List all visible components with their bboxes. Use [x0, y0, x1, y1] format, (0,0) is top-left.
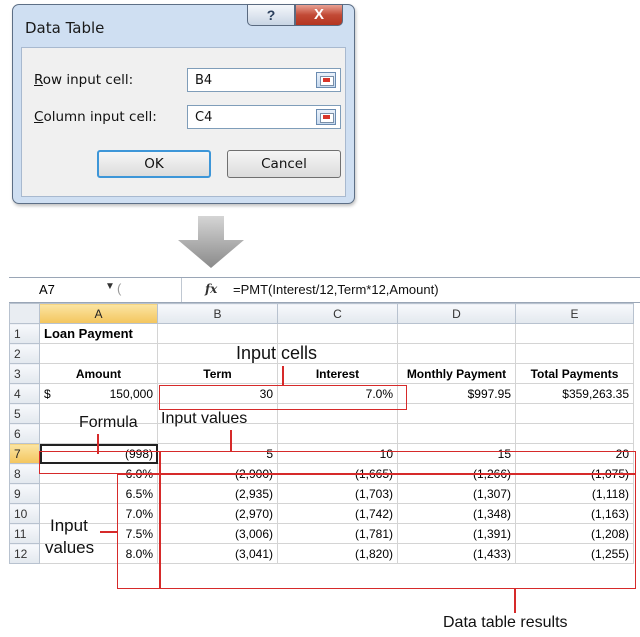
cell[interactable] — [397, 323, 516, 344]
column-header[interactable]: A — [39, 303, 158, 324]
column-header[interactable]: D — [397, 303, 516, 324]
row-header[interactable]: 4 — [9, 383, 40, 404]
cell[interactable]: Interest — [277, 363, 398, 384]
annotation-input-cells: Input cells — [236, 343, 318, 363]
dialog-body: Row input cell: B4 Column input cell: C4… — [21, 47, 346, 197]
row-input-field[interactable]: B4 — [187, 68, 341, 92]
table-row: 1 Loan Payment — [9, 323, 634, 344]
annotation-input-values-left-1: Input — [50, 516, 88, 535]
column-input-label: Column input cell: — [34, 109, 157, 125]
collapse-dialog-icon[interactable] — [316, 72, 336, 88]
ok-button[interactable]: OK — [97, 150, 211, 178]
annotation-connector — [100, 531, 118, 533]
cell[interactable]: $359,263.35 — [515, 383, 634, 404]
dialog-title: Data Table — [25, 19, 105, 37]
cell[interactable] — [277, 323, 398, 344]
collapse-dialog-icon[interactable] — [316, 109, 336, 125]
insert-function-icon[interactable]: fx — [205, 282, 217, 296]
cell[interactable]: Total Payments — [515, 363, 634, 384]
formula-bar: A7 ▼ ( fx =PMT(Interest/12,Term*12,Amoun… — [9, 277, 640, 303]
cell[interactable] — [39, 343, 158, 364]
cell[interactable] — [397, 343, 516, 364]
row-input-label: Row input cell: — [34, 72, 134, 88]
column-header[interactable]: B — [157, 303, 278, 324]
input-cells-highlight — [159, 385, 407, 410]
cell[interactable] — [397, 423, 516, 444]
cell[interactable]: Term — [157, 363, 278, 384]
formula-highlight — [39, 451, 160, 474]
cell[interactable]: Monthly Payment — [397, 363, 516, 384]
annotation-connector — [514, 589, 516, 613]
annotation-input-values-left-2: values — [45, 538, 95, 557]
close-icon: X — [313, 6, 324, 23]
cancel-button[interactable]: Cancel — [227, 150, 341, 178]
row-header[interactable]: 7 — [9, 443, 40, 464]
formula-input[interactable]: =PMT(Interest/12,Term*12,Amount) — [233, 282, 439, 297]
close-button[interactable]: X — [295, 4, 343, 26]
row-header[interactable]: 8 — [9, 463, 40, 484]
annotation-input-values-top: Input values — [161, 410, 248, 427]
cell[interactable] — [277, 423, 398, 444]
row-header[interactable]: 10 — [9, 503, 40, 524]
help-button[interactable]: ? — [247, 4, 295, 26]
row-header[interactable]: 11 — [9, 523, 40, 544]
row-header[interactable]: 1 — [9, 323, 40, 344]
data-table-dialog: Data Table ? X Row input cell: B4 Column… — [12, 4, 355, 204]
select-all-corner[interactable] — [9, 303, 40, 324]
column-header-row: A B C D E — [9, 303, 634, 324]
column-header[interactable]: C — [277, 303, 398, 324]
cell[interactable]: $997.95 — [397, 383, 516, 404]
annotation-data-table-results: Data table results — [443, 614, 568, 631]
cell[interactable]: Amount — [39, 363, 158, 384]
cell[interactable]: $150,000 — [39, 383, 158, 404]
row-header[interactable]: 5 — [9, 403, 40, 424]
cell[interactable] — [515, 323, 634, 344]
help-icon: ? — [266, 7, 276, 23]
cell[interactable]: Loan Payment — [39, 323, 158, 344]
table-row: 3 Amount Term Interest Monthly Payment T… — [9, 363, 634, 384]
annotation-connector — [230, 430, 232, 452]
row-header[interactable]: 3 — [9, 363, 40, 384]
name-box-splitter: ( — [117, 281, 122, 296]
row-header[interactable]: 2 — [9, 343, 40, 364]
cell[interactable] — [397, 403, 516, 424]
input-values-column-highlight — [117, 474, 160, 589]
name-box[interactable]: A7 ▼ ( — [19, 281, 159, 298]
chevron-down-icon[interactable]: ▼ — [105, 281, 115, 292]
down-arrow-icon — [178, 216, 244, 268]
column-input-field[interactable]: C4 — [187, 105, 341, 129]
row-header[interactable]: 6 — [9, 423, 40, 444]
cell[interactable] — [515, 343, 634, 364]
input-values-row-highlight — [160, 451, 636, 474]
currency-symbol: $ — [44, 386, 51, 401]
results-highlight — [160, 474, 636, 589]
annotation-connector — [282, 366, 284, 386]
row-header[interactable]: 9 — [9, 483, 40, 504]
cell[interactable] — [515, 403, 634, 424]
cell[interactable] — [157, 323, 278, 344]
table-row: 2 — [9, 343, 634, 364]
row-input-value: B4 — [195, 73, 213, 88]
formula-bar-divider — [181, 278, 182, 302]
column-input-value: C4 — [195, 110, 213, 125]
cell[interactable] — [515, 423, 634, 444]
row-header[interactable]: 12 — [9, 543, 40, 564]
annotation-formula: Formula — [79, 414, 138, 431]
column-header[interactable]: E — [515, 303, 634, 324]
